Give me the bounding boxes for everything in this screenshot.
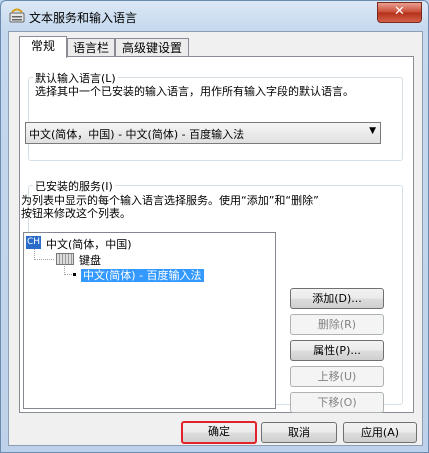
default-language-description: 选择其中一个已安装的输入语言，用作所有输入字段的默认语言。 (35, 85, 354, 98)
move-down-button[interactable]: 下移(O) (290, 392, 384, 413)
tree-item-service-label: 中文(简体) - 百度输入法 (81, 269, 204, 282)
installed-services-description-line1: 为列表中显示的每个输入语言选择服务。使用“添加”和“删除” (21, 194, 319, 207)
remove-button-label: 删除(R) (317, 318, 357, 331)
bullet-icon (73, 273, 76, 276)
properties-button-label: 属性(P)... (313, 344, 361, 357)
tree-item-service[interactable]: 中文(简体) - 百度输入法 (81, 267, 204, 283)
tab-advanced-key-settings[interactable]: 高级键设置 (115, 38, 189, 57)
cancel-button[interactable]: 取消 (261, 422, 337, 443)
chevron-down-icon: ▼ (369, 126, 376, 136)
ok-button[interactable]: 确定 (181, 421, 257, 444)
close-icon: ✕ (394, 4, 405, 19)
default-language-selected-value: 中文(简体，中国) - 中文(简体) - 百度输入法 (29, 128, 245, 141)
tab-general[interactable]: 常规 (19, 36, 67, 58)
tree-item-keyboard-label: 键盘 (79, 254, 101, 267)
keyboard-settings-icon (9, 8, 25, 24)
installed-services-tree[interactable]: CH 中文(简体，中国) 键盘 中文(简体) - 百度输入法 (23, 232, 276, 409)
tree-item-language-label: 中文(简体，中国) (46, 238, 132, 251)
apply-button[interactable]: 应用(A) (343, 422, 417, 443)
dialog-window: 文本服务和输入语言 ✕ 常规 语言栏 高级键设置 默认输入语言(L) 选择其中一… (0, 0, 429, 453)
installed-services-group-label: 已安装的服务(I) (33, 178, 115, 194)
installed-services-group: 已安装的服务(I) 为列表中显示的每个输入语言选择服务。使用“添加”和“删除” … (21, 178, 403, 413)
tab-general-label: 常规 (30, 39, 55, 53)
tab-language-bar-label: 语言栏 (72, 41, 109, 55)
apply-button-label: 应用(A) (360, 426, 400, 439)
installed-services-description-line2: 按钮来修改这个列表。 (21, 207, 131, 220)
default-language-group: 默认输入语言(L) 选择其中一个已安装的输入语言，用作所有输入字段的默认语言。 … (25, 70, 403, 161)
default-language-group-label: 默认输入语言(L) (33, 70, 118, 86)
tab-advanced-key-settings-label: 高级键设置 (121, 41, 182, 55)
tree-item-language[interactable]: CH 中文(简体，中国) (24, 233, 264, 251)
title-bar[interactable]: 文本服务和输入语言 ✕ (1, 1, 428, 31)
move-up-button-label: 上移(U) (317, 370, 357, 383)
add-button[interactable]: 添加(D)... (290, 288, 384, 309)
close-button[interactable]: ✕ (377, 2, 422, 23)
properties-button[interactable]: 属性(P)... (290, 340, 384, 361)
tab-language-bar[interactable]: 语言栏 (67, 38, 115, 57)
tree-connector (64, 274, 72, 275)
remove-button[interactable]: 删除(R) (290, 314, 384, 335)
window-title: 文本服务和输入语言 (29, 11, 138, 25)
move-up-button[interactable]: 上移(U) (290, 366, 384, 387)
keyboard-icon (56, 253, 74, 265)
tree-item-keyboard[interactable]: 键盘 (79, 252, 101, 268)
ok-button-label: 确定 (208, 425, 230, 438)
language-badge: CH (26, 236, 41, 249)
add-button-label: 添加(D)... (312, 292, 362, 305)
move-down-button-label: 下移(O) (317, 396, 357, 409)
tree-connector (34, 259, 54, 260)
dialog-client-area: 常规 语言栏 高级键设置 默认输入语言(L) 选择其中一个已安装的输入语言，用作… (8, 31, 423, 446)
cancel-button-label: 取消 (288, 426, 310, 439)
default-language-dropdown[interactable]: 中文(简体，中国) - 中文(简体) - 百度输入法 ▼ (25, 122, 381, 144)
tab-panel-general: 默认输入语言(L) 选择其中一个已安装的输入语言，用作所有输入字段的默认语言。 … (19, 56, 414, 413)
